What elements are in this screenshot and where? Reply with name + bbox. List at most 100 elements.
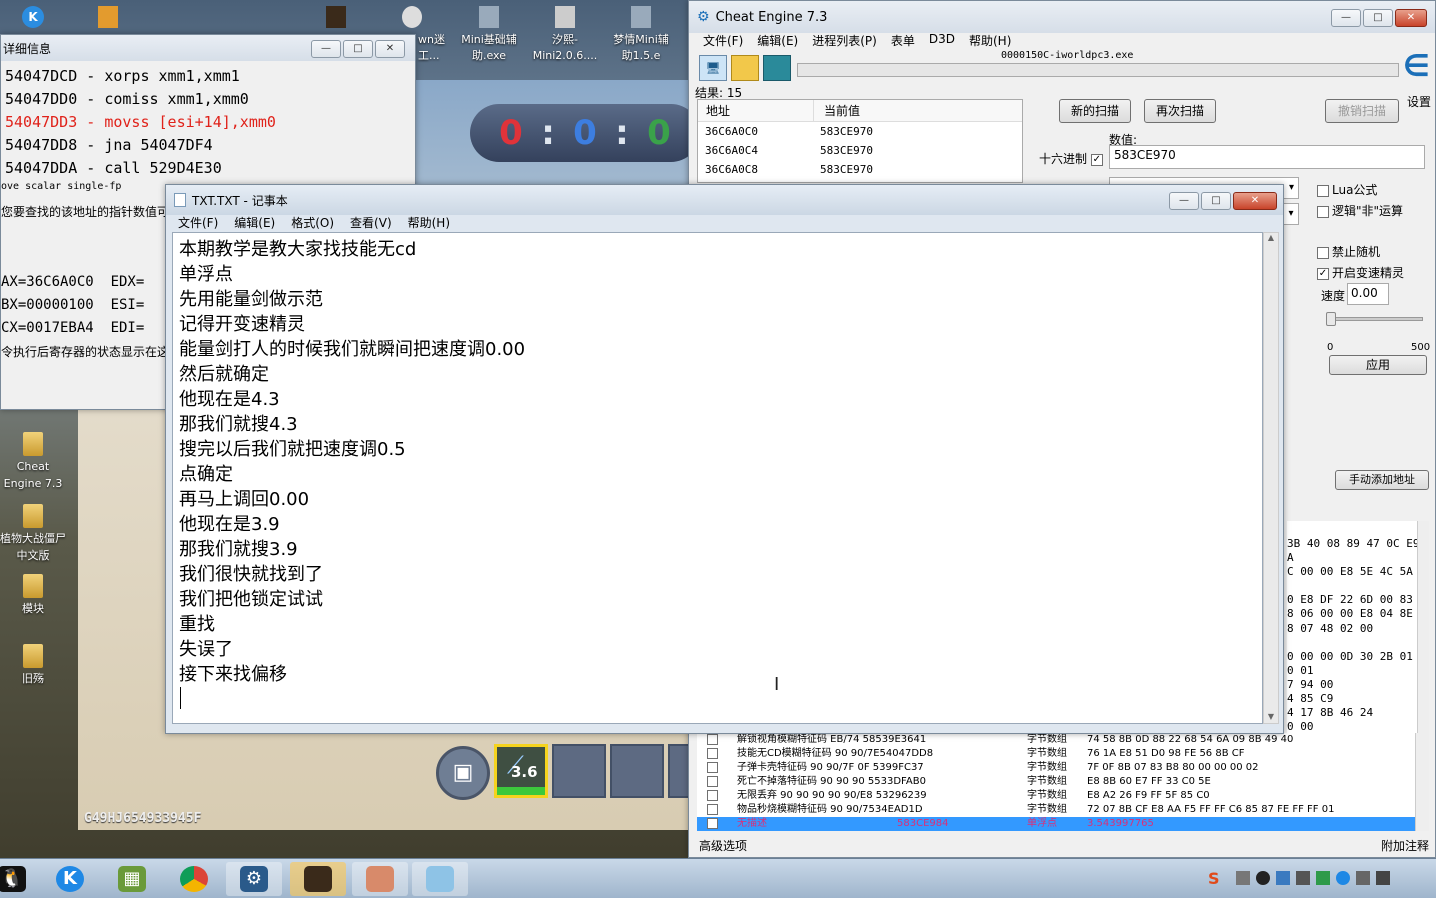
cheat-table-row[interactable]: 技能无CD模糊特征码 90 90/7E54047DD8 字节数组 76 1A E8 … — [697, 747, 1417, 761]
cheat-table-row[interactable]: 解锁视角模糊特征码 EB/74 58539E3641 字节数组 74 58 8B 0… — [697, 733, 1417, 747]
active-checkbox[interactable] — [697, 733, 737, 747]
minimize-button[interactable]: — — [311, 40, 341, 58]
vertical-scrollbar[interactable]: ▲ ▼ — [1263, 232, 1279, 724]
security-icon[interactable] — [1276, 871, 1290, 885]
close-button[interactable]: ✕ — [1233, 192, 1277, 210]
menu-table[interactable]: 表单 — [891, 32, 915, 49]
slider-thumb[interactable] — [1326, 312, 1336, 326]
open-file-icon[interactable] — [731, 55, 759, 81]
disasm-line[interactable]: 54047DDA - call 529D4E30 — [5, 157, 276, 180]
save-icon[interactable] — [763, 55, 791, 81]
cheat-table-row[interactable]: 无描述 583CE984 单浮点 3.543997765 — [697, 817, 1417, 831]
tray-sogou-icon[interactable]: S — [1208, 869, 1220, 888]
taskbar-qq[interactable]: 🐧 — [0, 862, 40, 896]
minimize-button[interactable]: — — [1331, 9, 1361, 27]
add-address-button[interactable]: 手动添加地址 — [1335, 470, 1429, 490]
minimize-button[interactable]: — — [1169, 192, 1199, 210]
maximize-button[interactable]: □ — [1201, 192, 1231, 210]
taskbar-k[interactable]: K — [42, 862, 98, 896]
new-scan-button[interactable]: 新的扫描 — [1059, 99, 1131, 123]
active-checkbox[interactable] — [697, 747, 737, 761]
process-list-icon[interactable]: 🖥 — [699, 55, 727, 81]
menu-file[interactable]: 文件(F) — [178, 214, 218, 231]
apply-button[interactable]: 应用 — [1329, 355, 1427, 375]
volume-icon[interactable] — [1356, 871, 1370, 885]
lua-formula-checkbox[interactable]: Lua公式 — [1317, 181, 1377, 198]
qq-tray-icon[interactable] — [1256, 871, 1270, 885]
cheat-table-row[interactable]: 子弹卡壳特征码 90 90/7F 0F 5399FC37 字节数组 7F 0F 8B… — [697, 761, 1417, 775]
taskbar-game[interactable] — [352, 862, 408, 896]
menu-help[interactable]: 帮助(H) — [969, 32, 1011, 49]
taskbar-cheat-engine[interactable]: ⚙ — [226, 862, 282, 896]
result-row[interactable]: 36C6A0C4 583CE970 — [698, 141, 1022, 160]
ce-logo[interactable]: ∈ — [1403, 49, 1433, 89]
speedhack-checkbox[interactable]: ✓ 开启变速精灵 — [1317, 264, 1404, 281]
taskbar-avatar[interactable] — [290, 862, 346, 896]
network-icon[interactable] — [1296, 871, 1310, 885]
desktop-icon-cheat-engine[interactable]: Cheat Engine 7.3 — [0, 432, 66, 492]
menu-file[interactable]: 文件(F) — [703, 32, 743, 49]
taskbar-notepad[interactable] — [412, 862, 468, 896]
result-row[interactable]: 36C6A0C8 583CE970 — [698, 160, 1022, 179]
active-checkbox[interactable] — [697, 789, 737, 803]
active-checkbox[interactable] — [697, 817, 737, 831]
disasm-line[interactable]: 54047DD3 - movss [esi+14],xmm0 — [5, 111, 276, 134]
taskbar-chrome[interactable] — [166, 862, 222, 896]
logic-not-checkbox[interactable]: 逻辑"非"运算 — [1317, 202, 1403, 219]
cheat-table-row[interactable]: 无限丢弃 90 90 90 90 90/E8 53296239 字节数组 E8 A2… — [697, 789, 1417, 803]
hotbar-slot-2[interactable] — [552, 744, 606, 798]
cheat-table-row[interactable]: 物品秒烧模糊特征码 90 90/7534EAD1D 字节数组 72 07 8B CF… — [697, 803, 1417, 817]
top-icon-mini-base[interactable]: Mini基础辅 助.exe — [456, 6, 522, 64]
bag-button[interactable]: ▣ — [436, 746, 490, 800]
speed-input[interactable]: 0.00 — [1347, 283, 1389, 305]
column-address[interactable]: 地址 — [698, 100, 814, 121]
hotbar-slot-3[interactable] — [610, 744, 664, 798]
taskbar-mini-world[interactable]: ▦ — [104, 862, 160, 896]
next-scan-button[interactable]: 再次扫描 — [1144, 99, 1216, 123]
settings-label[interactable]: 设置 — [1407, 93, 1431, 110]
disable-random-checkbox[interactable]: 禁止随机 — [1317, 243, 1380, 260]
menu-d3d[interactable]: D3D — [929, 32, 955, 49]
advanced-options[interactable]: 高级选项 — [699, 837, 747, 854]
avatar-icon[interactable] — [402, 6, 422, 28]
value-input[interactable]: 583CE970 — [1109, 145, 1425, 169]
menu-edit[interactable]: 编辑(E) — [234, 214, 275, 231]
hotbar-slot-1[interactable]: ⟋ 3.6 — [494, 744, 548, 798]
cheat-table-row[interactable]: 死亡不掉落特征码 90 90 90 5533DFAB0 字节数组 E8 8B 60 … — [697, 775, 1417, 789]
scroll-down-arrow[interactable]: ▼ — [1264, 712, 1278, 721]
memory-scrollbar[interactable] — [1417, 521, 1429, 733]
top-icon-xixi[interactable]: 汐熙- Mini2.0.6.... — [530, 6, 600, 64]
value-type-select[interactable]: ▾ — [1283, 203, 1299, 225]
text-area[interactable]: 本期教学是教大家找技能无cd 单浮点 先用能量剑做示范 记得开变速精灵 能量剑打人的时候… — [172, 232, 1263, 724]
column-value[interactable]: 当前值 — [814, 100, 860, 121]
k-tray-icon[interactable] — [1336, 871, 1350, 885]
speed-slider[interactable] — [1326, 312, 1423, 326]
maximize-button[interactable]: □ — [1363, 9, 1393, 27]
scroll-up-arrow[interactable]: ▲ — [1264, 233, 1278, 242]
flag-icon[interactable] — [1376, 871, 1390, 885]
active-checkbox[interactable] — [697, 803, 737, 817]
maximize-button[interactable]: □ — [343, 40, 373, 58]
disasm-line[interactable]: 54047DD8 - jna 54047DF4 — [5, 134, 276, 157]
avatar-icon[interactable] — [326, 6, 346, 28]
desktop-icon-module[interactable]: 模块 — [0, 574, 66, 617]
menu-edit[interactable]: 编辑(E) — [757, 32, 798, 49]
desktop-icon-pvz[interactable]: 植物大战僵尸 中文版 — [0, 504, 66, 564]
disasm-line[interactable]: 54047DCD - xorps xmm1,xmm1 — [5, 65, 276, 88]
undo-scan-button[interactable]: 撤销扫描 — [1325, 99, 1399, 123]
disasm-line[interactable]: 54047DD0 - comiss xmm1,xmm0 — [5, 88, 276, 111]
desktop-icon-jiushang[interactable]: 旧殇 — [0, 644, 66, 687]
result-row[interactable]: 36C6A0C0 583CE970 — [698, 122, 1022, 141]
keyboard-icon[interactable] — [1236, 871, 1250, 885]
table-scrollbar[interactable] — [1415, 733, 1429, 831]
hex-checkbox[interactable]: 十六进制 ✓ — [1039, 150, 1106, 167]
close-button[interactable]: ✕ — [375, 40, 405, 58]
active-checkbox[interactable] — [697, 775, 737, 789]
close-button[interactable]: ✕ — [1395, 9, 1427, 27]
menu-view[interactable]: 查看(V) — [350, 214, 392, 231]
app-icon[interactable] — [98, 6, 118, 28]
table-comments[interactable]: 附加注释 — [1381, 837, 1429, 854]
k-icon[interactable]: K — [22, 6, 44, 28]
top-icon-wn[interactable]: wn迷 工... — [418, 32, 458, 64]
menu-help[interactable]: 帮助(H) — [408, 214, 450, 231]
